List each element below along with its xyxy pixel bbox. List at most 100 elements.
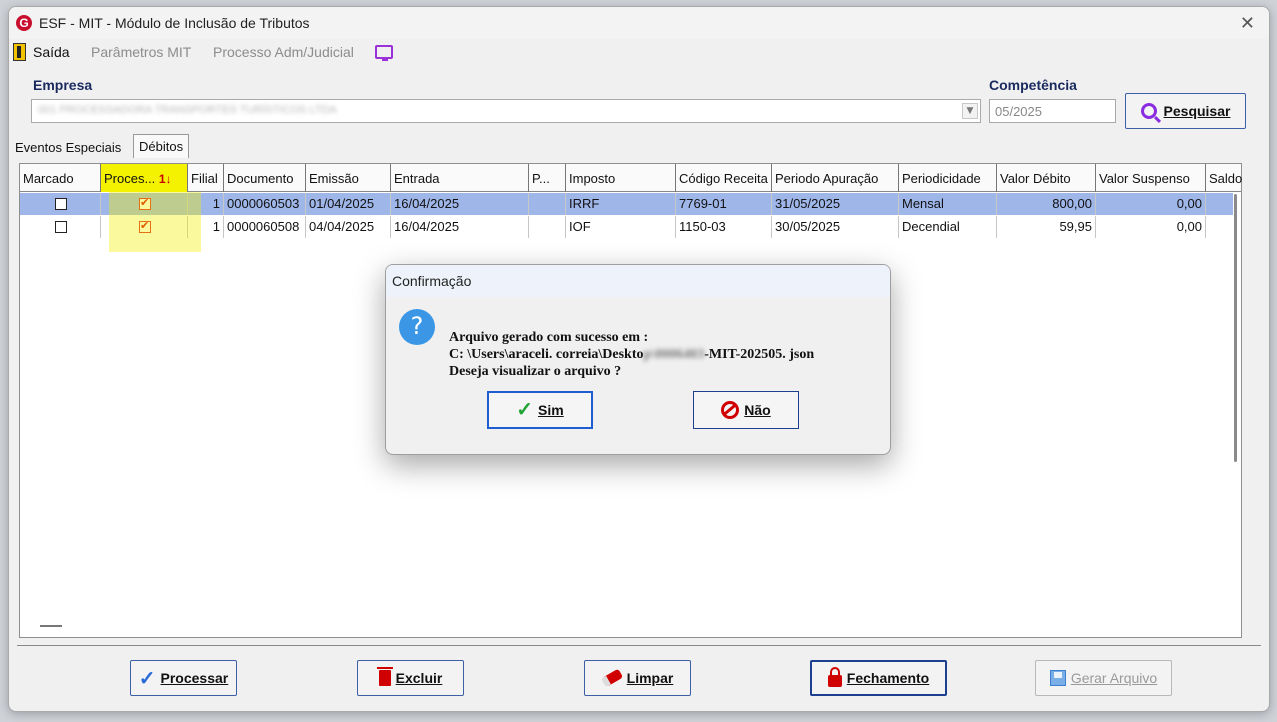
dialog-message-line3: Deseja visualizar o arquivo ? (449, 364, 622, 379)
cell-periodicidade: Decendial (899, 216, 997, 238)
table-row[interactable]: 1 0000060508 04/04/2025 16/04/2025 IOF 1… (20, 216, 1233, 238)
chevron-down-icon[interactable]: ▼ (962, 103, 978, 119)
cell-valor-debito: 800,00 (997, 193, 1096, 215)
save-file-icon (1049, 670, 1066, 686)
dialog-path-prefix: C: \Users\araceli. correia\Deskto (449, 347, 644, 362)
confirmation-dialog: Confirmação ? Arquivo gerado com sucesso… (385, 264, 891, 455)
tab-eventos-especiais[interactable]: Eventos Especiais (15, 140, 121, 155)
cell-entrada: 16/04/2025 (391, 216, 529, 238)
yes-button[interactable]: ✓ Sim (487, 391, 593, 429)
cell-entrada: 16/04/2025 (391, 193, 529, 215)
search-icon (1140, 103, 1157, 119)
col-processar-label: Proces... (104, 171, 156, 186)
prohibited-icon (721, 401, 740, 419)
cell-documento: 0000060508 (224, 216, 306, 238)
col-entrada[interactable]: Entrada (391, 164, 529, 192)
limpar-button[interactable]: Limpar (584, 660, 691, 696)
empresa-select[interactable]: 001 PROCESSADORA TRANSPORTES TURÍSTICOS … (31, 99, 981, 123)
gerar-arquivo-button-label: Gerar Arquivo (1070, 670, 1158, 686)
col-marcado[interactable]: Marcado (20, 164, 101, 192)
eraser-icon (600, 668, 623, 688)
cell-processar (101, 216, 188, 238)
vertical-scrollbar[interactable] (1232, 192, 1240, 612)
cell-valor-suspenso: 0,00 (1096, 193, 1206, 215)
marcado-checkbox[interactable] (55, 198, 67, 210)
menu-bar: Saída Parâmetros MIT Processo Adm/Judici… (9, 39, 1269, 65)
col-p[interactable]: P... (529, 164, 566, 192)
col-valor-debito[interactable]: Valor Débito (997, 164, 1096, 192)
excluir-button[interactable]: Excluir (357, 660, 464, 696)
col-imposto[interactable]: Imposto (566, 164, 676, 192)
no-button-label: Não (744, 402, 771, 418)
sort-arrow-icon: ↓ (165, 172, 172, 186)
divider (17, 645, 1261, 646)
gerar-arquivo-button[interactable]: Gerar Arquivo (1035, 660, 1172, 696)
processar-button[interactable]: ✓ Processar (130, 660, 237, 696)
cell-emissao: 04/04/2025 (306, 216, 391, 238)
menu-exit[interactable]: Saída (33, 44, 70, 60)
cell-valor-debito: 59,95 (997, 216, 1096, 238)
cell-valor-suspenso: 0,00 (1096, 216, 1206, 238)
processar-button-label: Processar (160, 670, 229, 686)
cell-periodo: 30/05/2025 (772, 216, 899, 238)
horizontal-scrollbar-thumb[interactable] (40, 625, 62, 627)
checkmark-icon: ✓ (516, 399, 534, 421)
fechamento-button[interactable]: Fechamento (810, 660, 947, 696)
table-row[interactable]: 1 0000060503 01/04/2025 16/04/2025 IRRF … (20, 193, 1233, 215)
cell-imposto: IOF (566, 216, 676, 238)
col-valor-suspenso[interactable]: Valor Suspenso (1096, 164, 1206, 192)
processar-checkbox[interactable] (139, 219, 151, 233)
dialog-message-line2: C: \Users\araceli. correia\Desktop\00064… (449, 346, 814, 363)
menu-parametros-mit[interactable]: Parâmetros MIT (91, 44, 191, 60)
cell-documento: 0000060503 (224, 193, 306, 215)
trash-icon (376, 667, 393, 686)
tab-debitos[interactable]: Débitos (133, 134, 190, 158)
cell-saldo (1206, 193, 1233, 215)
competencia-input[interactable]: 05/2025 (989, 99, 1116, 123)
col-emissao[interactable]: Emissão (306, 164, 391, 192)
scrollbar-thumb[interactable] (1234, 194, 1237, 462)
monitor-icon[interactable] (375, 45, 393, 61)
col-filial[interactable]: Filial (188, 164, 224, 192)
cell-marcado (20, 216, 101, 238)
cell-filial: 1 (188, 193, 224, 215)
col-saldo[interactable]: Saldo (1206, 164, 1243, 192)
lock-icon (827, 667, 842, 687)
exit-door-icon[interactable] (13, 43, 26, 61)
cell-codigo-receita: 7769-01 (676, 193, 772, 215)
cell-periodicidade: Mensal (899, 193, 997, 215)
col-codigo-receita[interactable]: Código Receita (676, 164, 772, 192)
excluir-button-label: Excluir (395, 670, 443, 686)
menu-processo-adm-judicial[interactable]: Processo Adm/Judicial (213, 44, 354, 60)
dialog-message-line1: Arquivo gerado com sucesso em : (449, 330, 649, 345)
search-button-label: Pesquisar (1163, 103, 1231, 119)
col-periodo-apuracao[interactable]: Periodo Apuração (772, 164, 899, 192)
window-title: ESF - MIT - Módulo de Inclusão de Tribut… (39, 15, 310, 31)
checkmark-icon: ✓ (138, 667, 156, 690)
dialog-path-blurred: p\0006403 (643, 347, 705, 362)
cell-processar (101, 193, 188, 215)
no-button[interactable]: Não (693, 391, 799, 429)
cell-periodo: 31/05/2025 (772, 193, 899, 215)
dialog-title: Confirmação (386, 265, 890, 297)
cell-saldo (1206, 216, 1233, 238)
col-periodicidade[interactable]: Periodicidade (899, 164, 997, 192)
cell-imposto: IRRF (566, 193, 676, 215)
sort-indicator-icon: 1 (158, 172, 166, 186)
marcado-checkbox[interactable] (55, 221, 67, 233)
cell-marcado (20, 193, 101, 215)
limpar-button-label: Limpar (626, 670, 674, 686)
title-bar: G ESF - MIT - Módulo de Inclusão de Trib… (9, 7, 1269, 39)
question-icon: ? (399, 309, 435, 345)
processar-checkbox[interactable] (139, 196, 151, 210)
grid-header: Marcado Proces... 1↓ Filial Documento Em… (20, 164, 1243, 192)
col-processar[interactable]: Proces... 1↓ (101, 164, 188, 192)
col-documento[interactable]: Documento (224, 164, 306, 192)
search-button[interactable]: Pesquisar (1125, 93, 1246, 129)
dialog-path-suffix: -MIT-202505. json (704, 347, 815, 362)
yes-button-label: Sim (538, 402, 564, 418)
competencia-label: Competência (989, 77, 1077, 93)
cell-filial: 1 (188, 216, 224, 238)
cell-p (529, 216, 566, 238)
close-icon[interactable]: ✕ (1240, 13, 1255, 34)
